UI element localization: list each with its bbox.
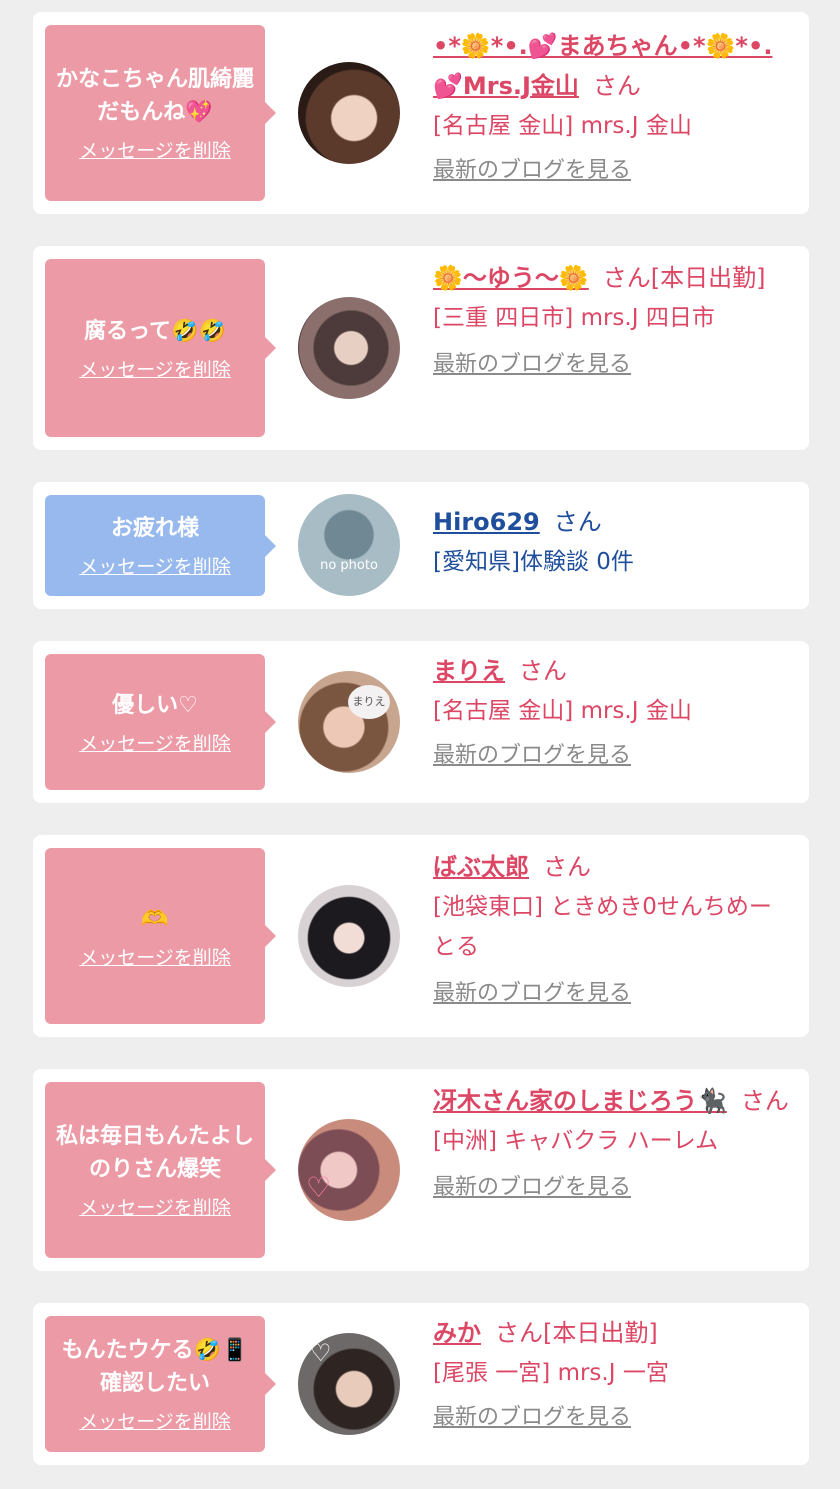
delete-message-link[interactable]: メッセージを削除	[79, 555, 231, 579]
avatar[interactable]	[298, 297, 400, 399]
message-text: 優しい♡	[112, 692, 198, 718]
message-bubble: 優しい♡ メッセージを削除	[45, 654, 276, 790]
shop-info: [尾張 一宮] mrs.J 一宮	[433, 1360, 669, 1386]
avatar[interactable]	[298, 62, 400, 164]
avatar[interactable]	[298, 885, 400, 987]
message-bubble: 🫶 メッセージを削除	[45, 848, 276, 1024]
message-text: お疲れ様	[110, 516, 199, 541]
message-bubble: お疲れ様 メッセージを削除	[45, 495, 276, 596]
delete-message-link[interactable]: メッセージを削除	[79, 358, 231, 382]
delete-message-link[interactable]: メッセージを削除	[79, 732, 231, 756]
avatar[interactable]: ♡	[298, 1119, 400, 1221]
latest-blog-link[interactable]: 最新のブログを見る	[433, 979, 793, 1009]
message-card: 腐るって🤣🤣 メッセージを削除 🌼〜ゆう〜🌼 さん[本日出勤] [三重 四日市] …	[33, 246, 809, 450]
avatar[interactable]: ♡	[298, 1333, 400, 1435]
latest-blog-link[interactable]: 最新のブログを見る	[433, 1403, 793, 1433]
user-name-link[interactable]: まりえ	[433, 657, 505, 685]
shop-info: [名古屋 金山] mrs.J 金山	[433, 698, 692, 724]
latest-blog-link[interactable]: 最新のブログを見る	[433, 1173, 793, 1203]
delete-message-link[interactable]: メッセージを削除	[79, 139, 231, 163]
no-photo-label: no photo	[320, 558, 378, 573]
user-name-link[interactable]: 🌼〜ゆう〜🌼	[433, 264, 589, 292]
message-bubble: 腐るって🤣🤣 メッセージを削除	[45, 259, 276, 437]
shop-info: [名古屋 金山] mrs.J 金山	[433, 113, 692, 139]
delete-message-link[interactable]: メッセージを削除	[79, 1410, 231, 1434]
latest-blog-link[interactable]: 最新のブログを見る	[433, 741, 793, 771]
message-bubble: もんたウケる🤣📱確認したい メッセージを削除	[45, 1316, 276, 1452]
shop-info: [中洲] キャバクラ ハーレム	[433, 1128, 719, 1154]
message-text: 🫶	[141, 906, 169, 932]
honorific: さん	[519, 657, 567, 685]
shop-info: [池袋東口] ときめき0せんちめーとる	[433, 894, 772, 960]
avatar-sticker-label: まりえ	[348, 685, 390, 719]
message-text: 腐るって🤣🤣	[84, 318, 226, 344]
latest-blog-link[interactable]: 最新のブログを見る	[433, 350, 793, 380]
honorific: さん[本日出勤]	[495, 1319, 658, 1347]
heart-icon: ♡	[306, 1171, 332, 1204]
message-card: かなこちゃん肌綺麗だもんね💖 メッセージを削除 •*🌼*•.💕まあちゃん•*🌼*…	[33, 12, 809, 214]
avatar[interactable]: まりえ	[298, 671, 400, 773]
message-text: 私は毎日もんたよしのりさん爆笑	[55, 1124, 254, 1182]
message-text: もんたウケる🤣📱確認したい	[61, 1338, 249, 1396]
shop-info: [三重 四日市] mrs.J 四日市	[433, 305, 715, 331]
delete-message-link[interactable]: メッセージを削除	[79, 1196, 231, 1220]
message-card: 🫶 メッセージを削除 ばぶ太郎 さん [池袋東口] ときめき0せんちめーとる 最新…	[33, 835, 809, 1037]
heart-icon: ♡	[310, 1339, 332, 1367]
user-name-link[interactable]: ばぶ太郎	[433, 853, 529, 881]
user-name-link[interactable]: 冴木さん家のしまじろう🐈‍⬛	[433, 1087, 727, 1115]
message-bubble: かなこちゃん肌綺麗だもんね💖 メッセージを削除	[45, 25, 276, 201]
user-name-link[interactable]: Hiro629	[433, 508, 540, 536]
message-card: もんたウケる🤣📱確認したい メッセージを削除 ♡ みか さん[本日出勤] [尾張 …	[33, 1303, 809, 1465]
user-name-link[interactable]: みか	[433, 1319, 481, 1347]
avatar[interactable]: no photo	[298, 494, 400, 596]
message-card: お疲れ様 メッセージを削除 no photo Hiro629 さん [愛知県]体験…	[33, 482, 809, 609]
message-text: かなこちゃん肌綺麗だもんね💖	[55, 67, 254, 125]
delete-message-link[interactable]: メッセージを削除	[79, 946, 231, 970]
shop-info: [愛知県]体験談 0件	[433, 549, 634, 575]
message-card: 優しい♡ メッセージを削除 まりえ まりえ さん [名古屋 金山] mrs.J 金…	[33, 641, 809, 803]
honorific: さん	[543, 853, 591, 881]
message-bubble: 私は毎日もんたよしのりさん爆笑 メッセージを削除	[45, 1082, 276, 1258]
message-card: 私は毎日もんたよしのりさん爆笑 メッセージを削除 ♡ 冴木さん家のしまじろう🐈‍…	[33, 1069, 809, 1271]
honorific: さん	[592, 72, 641, 100]
honorific: さん	[553, 508, 602, 536]
honorific: さん	[740, 1087, 789, 1115]
latest-blog-link[interactable]: 最新のブログを見る	[433, 156, 793, 186]
honorific: さん[本日出勤]	[602, 264, 766, 292]
